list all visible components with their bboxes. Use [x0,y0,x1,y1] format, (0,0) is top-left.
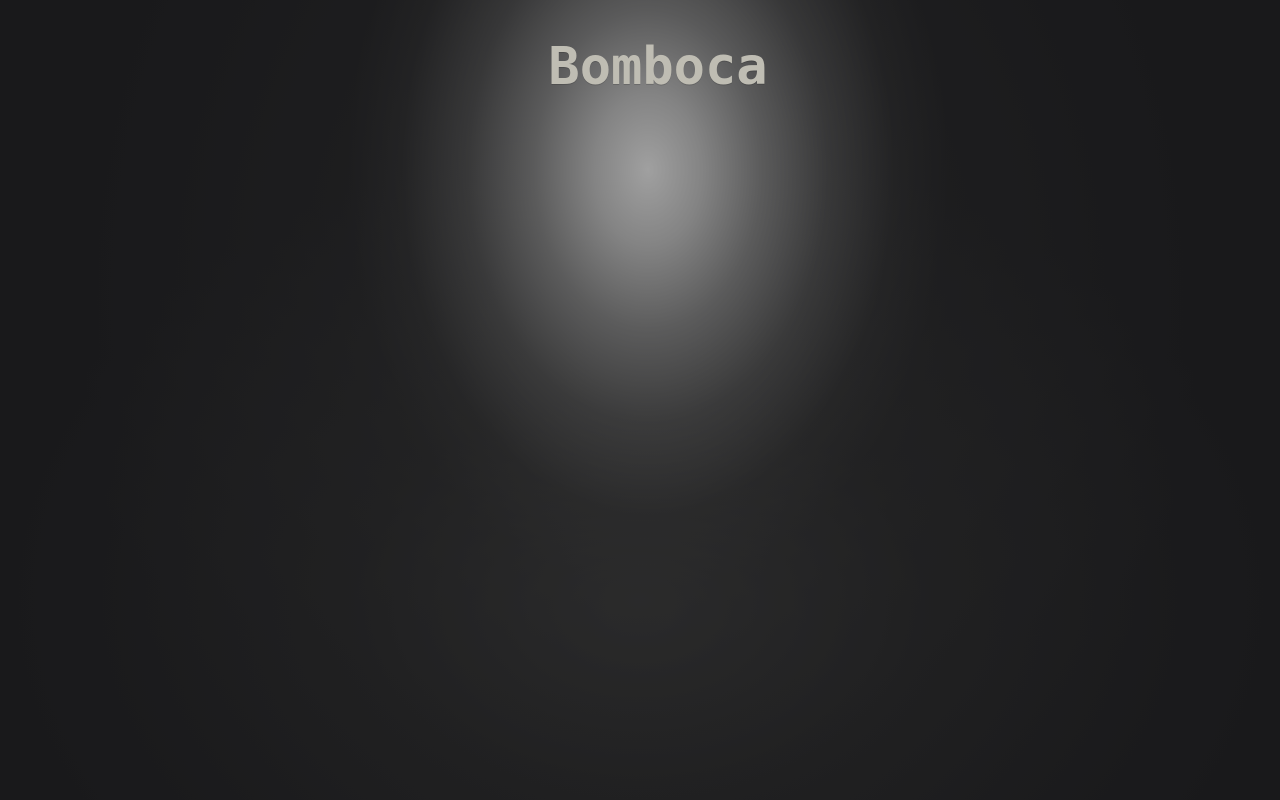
spotlight [0,0,1280,800]
game-stage[interactable]: Bomboca [0,0,1280,800]
